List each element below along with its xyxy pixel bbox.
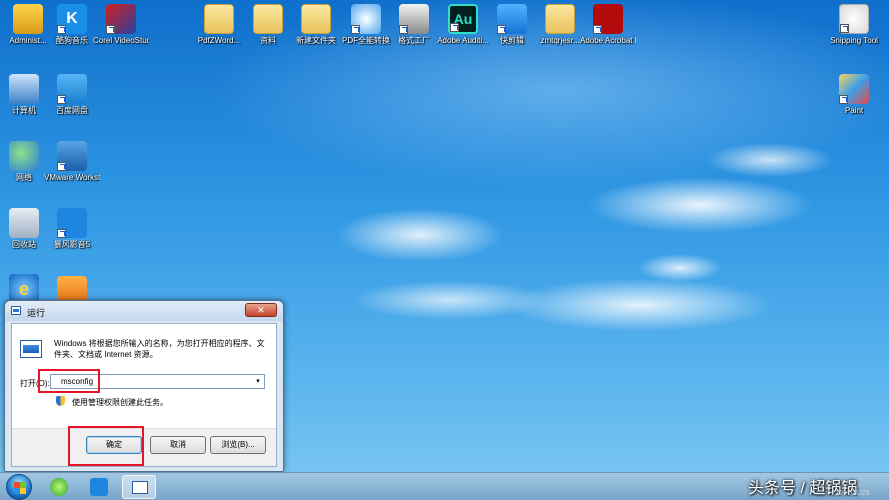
tray-date: 2017/11/25 <box>835 490 870 497</box>
corel-video-icon <box>106 4 136 34</box>
folder-icon <box>204 4 234 34</box>
run-dialog-title: 运行 <box>27 308 46 318</box>
browser-icon <box>50 478 68 496</box>
run-dialog-titlebar[interactable]: 运行 ✕ <box>5 301 283 321</box>
desktop-icon-pdfzword[interactable]: PdfZWord... <box>191 4 247 46</box>
paint-palette-icon <box>839 74 869 104</box>
baofeng-player-icon <box>57 208 87 238</box>
run-window-icon <box>132 481 148 494</box>
start-button[interactable] <box>6 474 32 500</box>
desktop-icon-baofeng[interactable]: 暴风影音5 <box>44 208 100 250</box>
cloud-icon <box>57 74 87 104</box>
desktop-icon-format-factory[interactable]: 格式工厂 <box>386 4 442 46</box>
admin-note: 使用管理权限创建此任务。 <box>72 398 168 407</box>
desktop-icon-label: Corel VideoStud... <box>93 36 149 45</box>
computer-icon <box>9 74 39 104</box>
desktop-icon-label: 暴风影音5 <box>53 240 91 249</box>
baofeng-player-icon <box>90 478 108 496</box>
desktop-icon-label: VMware Workstation <box>44 173 100 182</box>
taskbar-run-window[interactable] <box>122 475 156 499</box>
desktop-icon-label: 新建文件夹 <box>296 36 336 45</box>
desktop-icon-new-folder[interactable]: 新建文件夹 <box>288 4 344 46</box>
desktop-icon-label: 酷狗音乐 <box>56 36 88 45</box>
desktop-icon-audition[interactable]: Au Adobe Auditi... <box>435 4 491 46</box>
desktop-icon-label: 格式工厂 <box>398 36 430 45</box>
windows-logo-icon <box>14 482 26 494</box>
adobe-acrobat-icon <box>593 4 623 34</box>
desktop-icon-paint[interactable]: Paint <box>826 74 882 116</box>
vmware-icon <box>57 141 87 171</box>
run-app-icon <box>20 340 42 358</box>
desktop-icon-vmware[interactable]: VMware Workstation <box>44 141 100 183</box>
desktop-icon-corel[interactable]: Corel VideoStud... <box>93 4 149 46</box>
uac-shield-icon <box>56 396 65 406</box>
network-globe-icon <box>9 141 39 171</box>
desktop-icon-snipping-tool[interactable]: Snipping Tool <box>826 4 882 46</box>
desktop-icon-baidu-netdisk[interactable]: 百度网盘 <box>44 74 100 116</box>
desktop-icon-label: Paint <box>844 106 864 115</box>
recycle-bin-icon <box>9 208 39 238</box>
run-window-icon <box>11 306 21 315</box>
highlight-box-input <box>38 369 100 393</box>
cancel-button[interactable]: 取消 <box>150 436 206 454</box>
taskbar-baofeng[interactable] <box>82 475 116 499</box>
desktop-icon-label: Snipping Tool <box>830 36 878 45</box>
run-dialog-body: Windows 将根据您所输入的名称，为您打开相应的程序、文件夹、文档或 Int… <box>11 323 277 467</box>
taskbar-360-browser[interactable] <box>42 475 76 499</box>
scissors-icon <box>839 4 869 34</box>
pdf-converter-icon <box>351 4 381 34</box>
folder-icon <box>253 4 283 34</box>
desktop-icon-acrobat[interactable]: Adobe Acrobat DC <box>580 4 636 46</box>
browse-button[interactable]: 浏览(B)... <box>210 436 266 454</box>
folder-icon <box>545 4 575 34</box>
kugou-music-icon: K <box>57 4 87 34</box>
play-icon <box>497 4 527 34</box>
desktop-icon-label: PdfZWord... <box>197 36 241 45</box>
close-icon: ✕ <box>257 305 265 315</box>
desktop-icon-label: Adobe Acrobat DC <box>580 36 636 45</box>
desktop-icon-label: 百度网盘 <box>56 106 88 115</box>
folder-icon <box>301 4 331 34</box>
user-folder-icon <box>13 4 43 34</box>
desktop-icon-kugou[interactable]: K 酷狗音乐 <box>44 4 100 46</box>
adobe-audition-icon: Au <box>448 4 478 34</box>
desktop-icon-label: Adobe Auditi... <box>437 36 489 45</box>
run-description: Windows 将根据您所输入的名称，为您打开相应的程序、文件夹、文档或 Int… <box>54 339 265 359</box>
highlight-box-ok <box>68 426 144 466</box>
chevron-down-icon[interactable]: ▾ <box>252 375 264 388</box>
close-button[interactable]: ✕ <box>245 303 277 317</box>
format-factory-icon <box>399 4 429 34</box>
